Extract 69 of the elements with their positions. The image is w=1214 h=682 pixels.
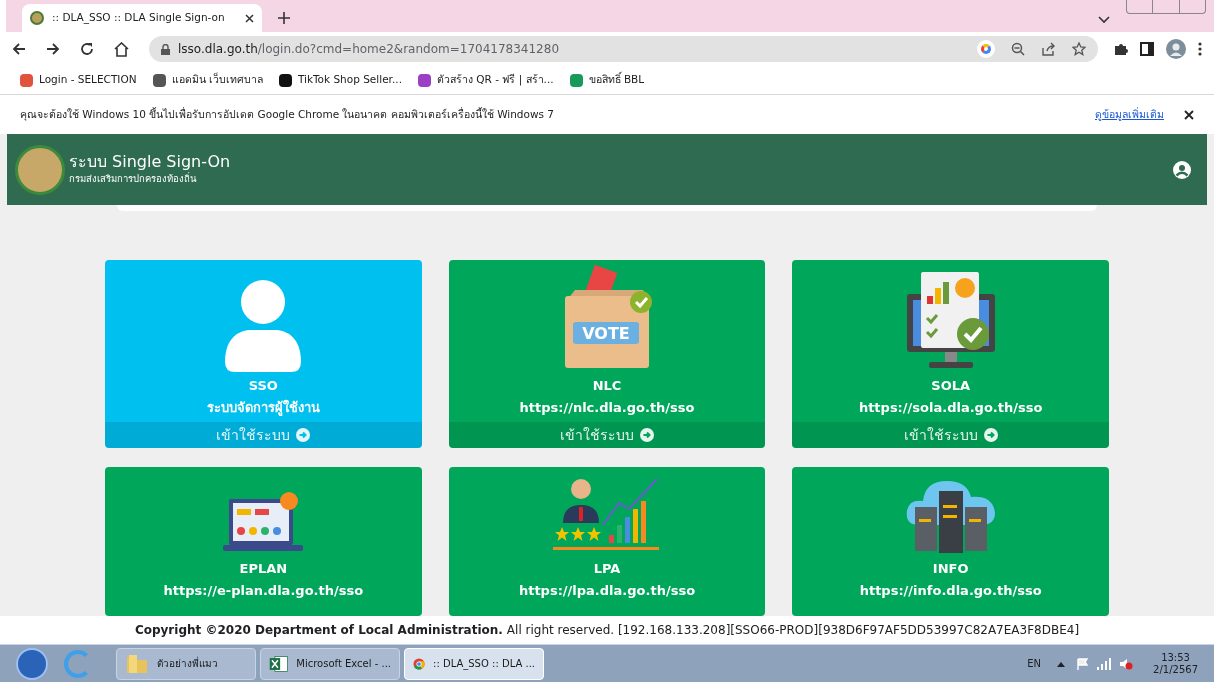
signal-icon[interactable]: [1097, 657, 1112, 670]
google-icon: [977, 40, 995, 58]
lock-icon: [161, 43, 170, 55]
close-icon[interactable]: [245, 13, 254, 23]
site-emblem-icon: [30, 11, 44, 25]
service-description: https://sola.dla.go.th/sso: [858, 399, 1043, 417]
address-bar[interactable]: lsso.dla.go.th/login.do?cmd=home2&random=1704178341280: [149, 36, 1098, 62]
forward-icon[interactable]: [46, 42, 60, 56]
bookmark-item[interactable]: Login - SELECTION: [20, 72, 137, 88]
star-icon[interactable]: [1072, 42, 1086, 56]
infobar-message: คุณจะต้องใช้ Windows 10 ขึ้นไปเพื่อรับการอัปเดต Google Chrome ในอนาคต คอมพิวเตอร์เครื่องนี้ใช้ Windows 7: [20, 106, 555, 123]
bookmark-item[interactable]: แอดมิน เว็บเทศบาล: [152, 72, 263, 88]
service-name: EPLAN: [239, 560, 288, 578]
menu-icon[interactable]: [1198, 42, 1202, 56]
arrow-circle-icon: [640, 428, 654, 442]
user-account-icon[interactable]: [1173, 160, 1191, 179]
site-title: ระบบ Single Sign-On: [69, 152, 231, 172]
clock-date[interactable]: 2/1/2567: [1153, 663, 1198, 676]
share-icon[interactable]: [1041, 42, 1056, 56]
service-name: LPA: [593, 560, 621, 578]
clock-time[interactable]: 13:53: [1161, 651, 1190, 664]
service-name: SOLA: [931, 377, 971, 395]
site-subtitle: กรมส่งเสริมการปกครองท้องถิ่น: [69, 172, 198, 187]
puzzle-icon[interactable]: [1114, 42, 1128, 56]
bookmark-item[interactable]: ขอสิทธิ์ BBL: [569, 72, 645, 88]
service-description: https://lpa.dla.go.th/sso: [518, 582, 696, 600]
flag-icon[interactable]: [1077, 657, 1090, 670]
taskbar-button[interactable]: :: DLA_SSO :: DLA ...: [404, 647, 544, 680]
profile-avatar-icon[interactable]: [1166, 39, 1186, 59]
tab-title: :: DLA_SSO :: DLA Single Sign-on: [52, 10, 226, 26]
side-panel-icon[interactable]: [1140, 42, 1154, 56]
bookmark-item[interactable]: ตัวสร้าง QR - ฟรี | สร้า...: [418, 72, 554, 88]
service-name: INFO: [932, 560, 969, 578]
service-description: ระบบจัดการผู้ใช้งาน: [206, 398, 320, 418]
chevron-down-icon[interactable]: [1098, 16, 1110, 24]
service-description: https://nlc.dla.go.th/sso: [519, 399, 695, 417]
window-controls-icon[interactable]: [1126, 0, 1206, 14]
show-hidden-icon[interactable]: [1057, 660, 1066, 667]
home-icon[interactable]: [114, 41, 129, 57]
start-orb-icon[interactable]: [16, 647, 48, 680]
service-card[interactable]: SOLA https://sola.dla.go.th/sso เข้าใช้ระบบ: [792, 260, 1109, 448]
emblem-icon: [15, 144, 65, 195]
arrow-circle-icon: [296, 428, 311, 442]
zoom-out-icon[interactable]: [1011, 42, 1025, 56]
url-path: /login.do?cmd=home2&random=1704178341280: [257, 41, 560, 58]
taskbar-button[interactable]: ตัวอย่างพี่แมว: [116, 647, 256, 680]
back-icon[interactable]: [12, 42, 26, 56]
folder-icon: [125, 652, 149, 675]
learn-more-link[interactable]: ดูข้อมูลเพิ่มเติม: [1095, 106, 1164, 123]
service-description: https://e-plan.dla.go.th/sso: [163, 582, 364, 600]
server-info-text: All right reserved. [192.168.133.208][SSO66-PROD][938D6F97AF5DD53997C82A7EA3F8DBE4]: [506, 622, 1080, 639]
enter-system-button[interactable]: เข้าใช้ระบบ: [448, 422, 766, 448]
user-icon: [223, 280, 304, 372]
taskbar-button[interactable]: Microsoft Excel - ...: [260, 647, 400, 680]
enter-system-button[interactable]: เข้าใช้ระบบ: [792, 422, 1109, 448]
url-host: lsso.dla.go.th: [178, 41, 258, 58]
close-icon[interactable]: [1184, 109, 1194, 120]
service-card[interactable]: VOTE NLC https://nlc.dla.go.th/sso เข้าใช้ระบบ: [448, 260, 766, 448]
bookmark-item[interactable]: TikTok Shop Seller...: [278, 72, 402, 88]
service-name: NLC: [592, 377, 622, 395]
copyright-text: Copyright ©2020 Department of Local Administration.: [134, 622, 503, 639]
browser-tab[interactable]: :: DLA_SSO :: DLA Single Sign-on: [22, 4, 262, 32]
arrow-circle-icon: [983, 428, 998, 442]
muted-speaker-icon[interactable]: [1119, 657, 1134, 670]
language-indicator[interactable]: EN: [1027, 656, 1042, 671]
service-description: https://info.dla.go.th/sso: [859, 582, 1042, 600]
service-name: SSO: [248, 377, 278, 395]
new-tab-icon[interactable]: [278, 12, 290, 24]
reload-icon[interactable]: [80, 42, 94, 56]
